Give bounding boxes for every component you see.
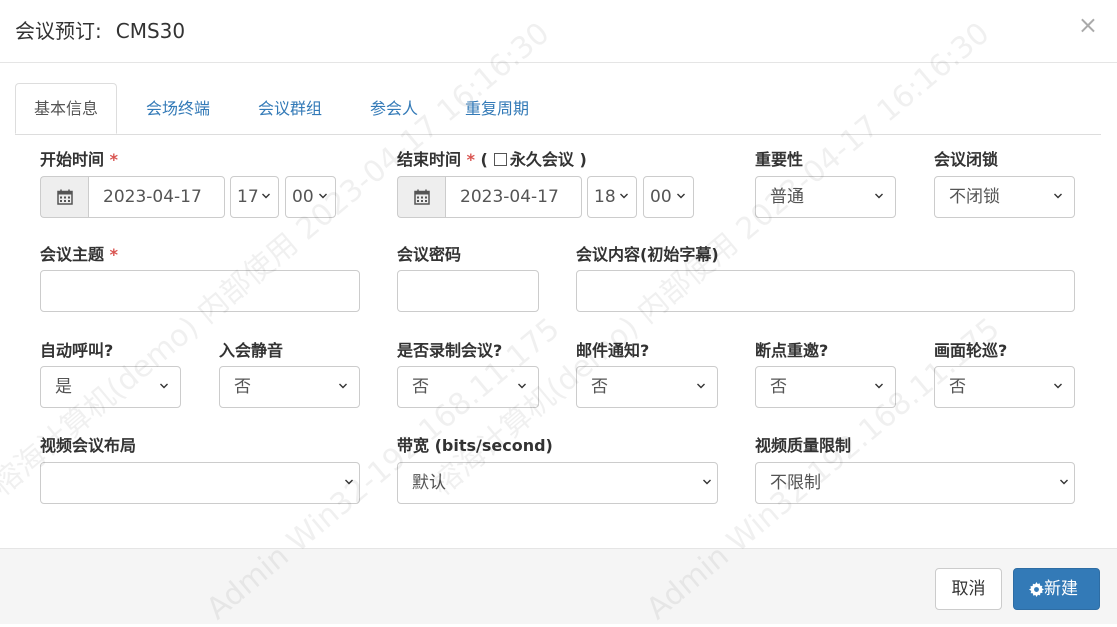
paren-close: ) — [579, 150, 587, 169]
patrol-select[interactable]: 否 — [934, 366, 1075, 408]
start-hour-value: 17 — [237, 187, 259, 207]
start-time-label-text: 开始时间 — [40, 150, 105, 169]
quality-label: 视频质量限制 — [755, 436, 852, 455]
reinvite-value: 否 — [770, 377, 787, 397]
quality-select[interactable]: 不限制 — [755, 462, 1075, 504]
permanent-checkbox[interactable] — [493, 153, 507, 166]
content-input[interactable] — [576, 270, 1075, 312]
dialog-header: 会议预订: CMS30 × — [0, 0, 1117, 63]
subject-label: 会议主题 * — [40, 241, 118, 265]
start-calendar-button[interactable] — [40, 176, 88, 218]
chevron-down-icon — [697, 383, 705, 389]
mute-label: 入会静音 — [219, 341, 284, 360]
subject-input[interactable] — [40, 270, 360, 312]
patrol-value: 否 — [949, 377, 966, 397]
reinvite-select[interactable]: 否 — [755, 366, 896, 408]
start-time-label: 开始时间 * — [40, 146, 118, 170]
record-select[interactable]: 否 — [397, 366, 539, 408]
bandwidth-label: 带宽 (bits/second) — [397, 436, 553, 455]
dialog-title-label: 会议预订: — [15, 19, 102, 43]
start-minute-select[interactable]: 00 — [285, 176, 336, 218]
end-minute-select[interactable]: 00 — [643, 176, 694, 218]
chevron-down-icon — [339, 383, 347, 389]
lock-select[interactable]: 不闭锁 — [934, 176, 1075, 218]
tab-basic-info[interactable]: 基本信息 — [15, 83, 118, 134]
required-mark: * — [109, 150, 118, 169]
close-icon[interactable]: × — [1078, 12, 1098, 38]
end-hour-value: 18 — [594, 187, 616, 207]
autocall-label: 自动呼叫? — [40, 341, 114, 360]
tab-participants[interactable]: 参会人 — [370, 83, 418, 133]
layout-label: 视频会议布局 — [40, 436, 137, 455]
tab-recurrence[interactable]: 重复周期 — [465, 83, 529, 133]
quality-value: 不限制 — [770, 473, 821, 493]
mute-value: 否 — [234, 377, 251, 397]
record-label: 是否录制会议? — [397, 341, 503, 360]
start-date-input[interactable]: 2023-04-17 — [88, 176, 225, 218]
chevron-down-icon — [1054, 383, 1062, 389]
patrol-label: 画面轮巡? — [934, 341, 1008, 360]
tab-bar: 基本信息 会场终端 会议群组 参会人 重复周期 — [15, 83, 1101, 135]
email-select[interactable]: 否 — [576, 366, 718, 408]
end-calendar-button[interactable] — [397, 176, 445, 218]
record-value: 否 — [412, 377, 429, 397]
chevron-down-icon — [703, 479, 711, 485]
mute-select[interactable]: 否 — [219, 366, 360, 408]
chevron-down-icon — [345, 479, 353, 485]
gear-icon — [1029, 582, 1044, 597]
end-time-label: 结束时间 * ( 永久会议 ) — [397, 146, 587, 170]
dialog-title: 会议预订: CMS30 — [15, 15, 185, 44]
lock-label: 会议闭锁 — [934, 150, 999, 169]
email-value: 否 — [591, 377, 608, 397]
importance-label: 重要性 — [755, 150, 804, 169]
paren-open: ( — [480, 150, 488, 169]
layout-select[interactable] — [40, 462, 360, 504]
chevron-down-icon — [875, 193, 883, 199]
lock-value: 不闭锁 — [949, 187, 1000, 207]
end-date-input[interactable]: 2023-04-17 — [445, 176, 582, 218]
tab-endpoints[interactable]: 会场终端 — [146, 83, 210, 133]
permanent-label: 永久会议 — [509, 150, 574, 169]
end-time-label-text: 结束时间 — [397, 150, 462, 169]
bandwidth-value: 默认 — [412, 473, 446, 493]
autocall-select[interactable]: 是 — [40, 366, 181, 408]
password-label: 会议密码 — [397, 245, 462, 264]
subject-label-text: 会议主题 — [40, 245, 105, 264]
dialog-footer: 取消 新建 — [0, 548, 1117, 624]
chevron-down-icon — [620, 193, 628, 199]
required-mark: * — [466, 150, 475, 169]
chevron-down-icon — [1054, 193, 1062, 199]
create-button-label: 新建 — [1044, 579, 1078, 599]
chevron-down-icon — [677, 193, 685, 199]
calendar-icon — [413, 189, 430, 205]
importance-value: 普通 — [770, 187, 804, 207]
cancel-button[interactable]: 取消 — [935, 568, 1002, 610]
reinvite-label: 断点重邀? — [755, 341, 829, 360]
tab-groups[interactable]: 会议群组 — [258, 83, 322, 133]
start-hour-select[interactable]: 17 — [230, 176, 279, 218]
chevron-down-icon — [875, 383, 883, 389]
chevron-down-icon — [518, 383, 526, 389]
start-minute-value: 00 — [292, 187, 314, 207]
chevron-down-icon — [262, 193, 270, 199]
bandwidth-select[interactable]: 默认 — [397, 462, 718, 504]
create-button[interactable]: 新建 — [1013, 568, 1100, 610]
calendar-icon — [56, 189, 73, 205]
email-label: 邮件通知? — [576, 341, 650, 360]
autocall-value: 是 — [55, 377, 72, 397]
chevron-down-icon — [319, 193, 327, 199]
chevron-down-icon — [160, 383, 168, 389]
dialog-meeting-name: CMS30 — [115, 19, 186, 43]
end-minute-value: 00 — [650, 187, 672, 207]
chevron-down-icon — [1060, 479, 1068, 485]
content-label: 会议内容(初始字幕) — [576, 245, 719, 264]
importance-select[interactable]: 普通 — [755, 176, 896, 218]
end-hour-select[interactable]: 18 — [587, 176, 637, 218]
required-mark: * — [109, 245, 118, 264]
password-input[interactable] — [397, 270, 539, 312]
